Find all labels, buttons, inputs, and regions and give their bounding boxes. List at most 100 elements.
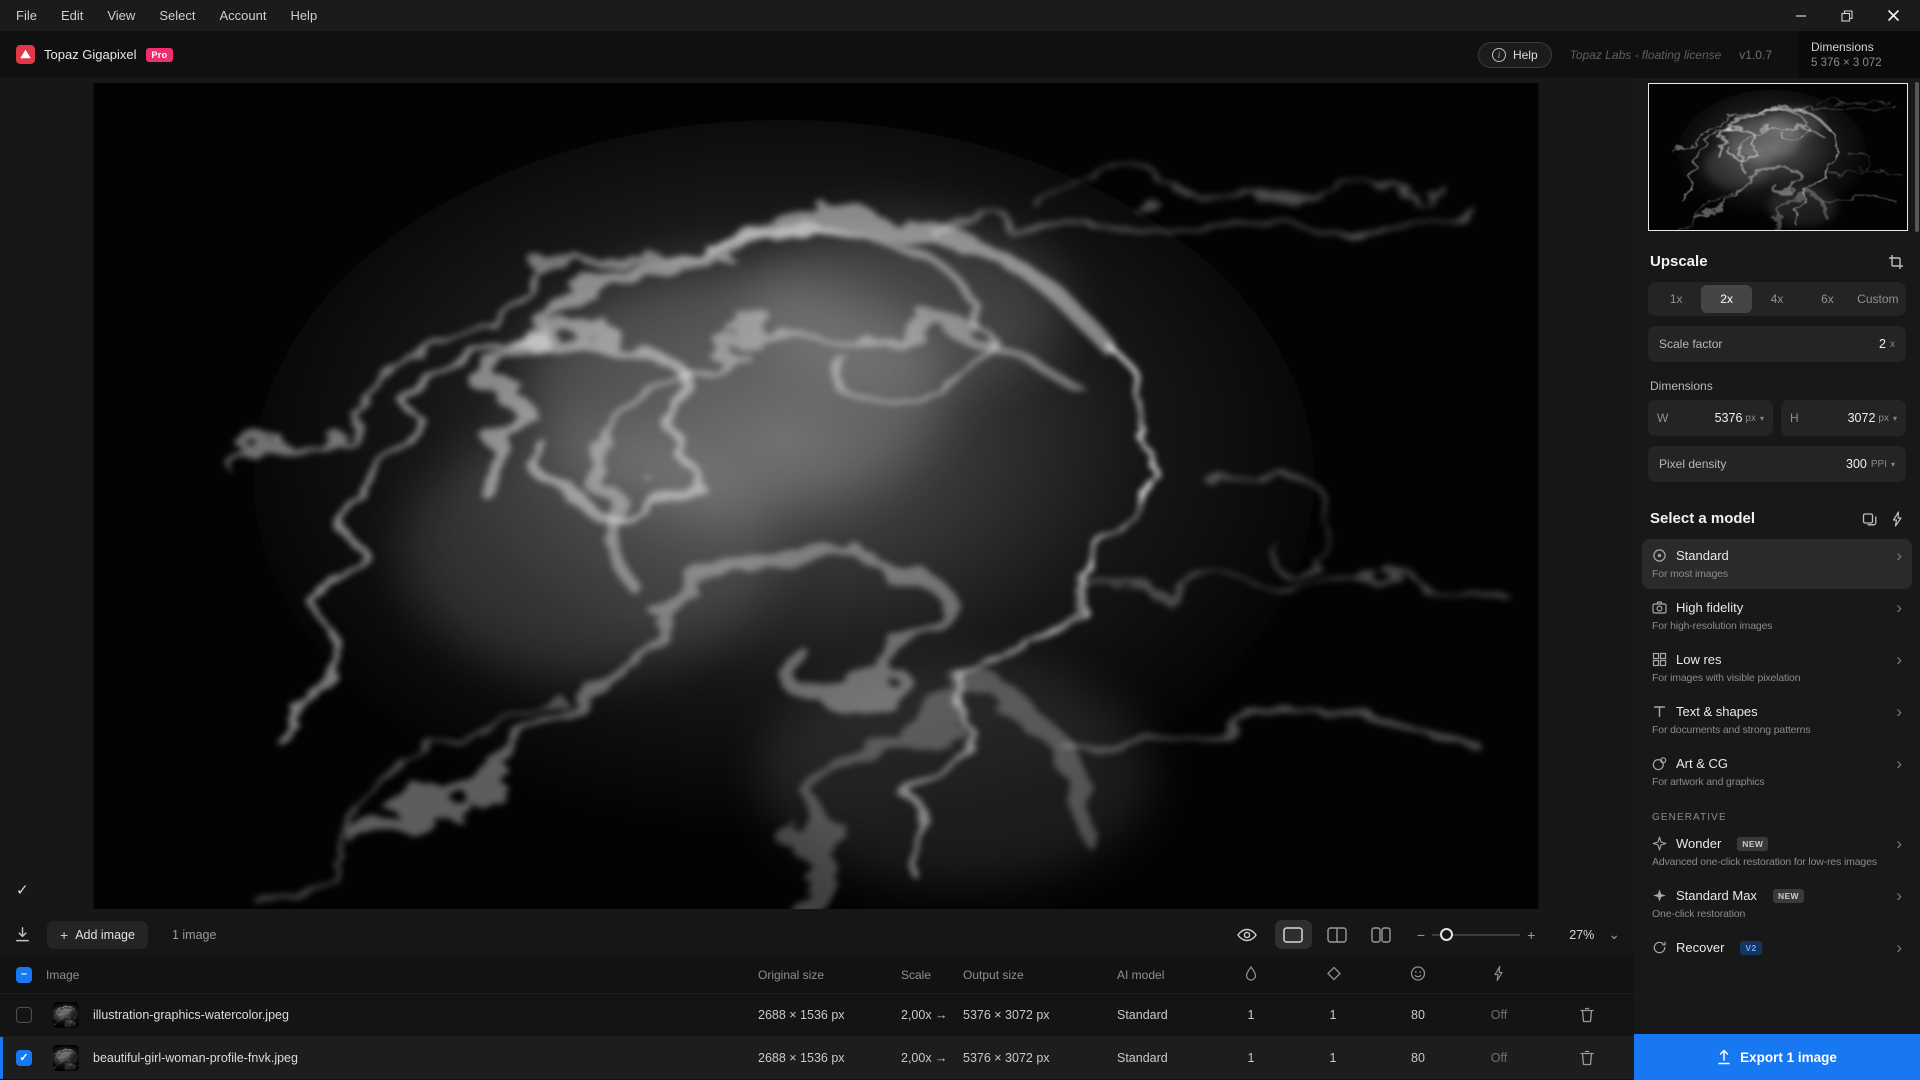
crop-button[interactable] — [1888, 254, 1904, 270]
delete-row-button[interactable] — [1580, 1007, 1594, 1023]
compare-previews-button[interactable] — [1862, 511, 1878, 527]
pixel-density-input[interactable]: Pixel density 300 PPI ▾ — [1648, 446, 1906, 482]
height-input[interactable]: H 3072 px ▾ — [1781, 400, 1906, 436]
scale-option-custom[interactable]: Custom — [1853, 285, 1903, 313]
single-view-icon — [1283, 927, 1303, 943]
add-image-button[interactable]: + Add image — [47, 921, 148, 949]
side-by-side-view-button[interactable] — [1363, 920, 1400, 949]
import-button[interactable] — [14, 926, 31, 943]
dimensions-value: 5 376 × 3 072 — [1811, 57, 1907, 69]
zoom-level[interactable]: 27% — [1554, 928, 1594, 942]
menu-view[interactable]: View — [95, 0, 147, 31]
caret-down-icon: ▾ — [1760, 414, 1764, 423]
lightning-icon — [1890, 511, 1904, 527]
face-recovery-column-icon — [1410, 965, 1426, 984]
scale-option-2x[interactable]: 2x — [1701, 285, 1751, 313]
zoom-slider-knob[interactable] — [1440, 928, 1453, 941]
export-button[interactable]: Export 1 image — [1634, 1034, 1920, 1080]
model-item-standard[interactable]: Standard › For most images — [1642, 539, 1912, 589]
column-original-size: Original size — [758, 968, 824, 982]
scale-option-1x[interactable]: 1x — [1651, 285, 1701, 313]
topaz-logo-icon — [16, 45, 35, 64]
scale-option-6x[interactable]: 6x — [1802, 285, 1852, 313]
table-row-selected[interactable]: ✓ beautiful-girl-woman-profile-fnvk.jpeg… — [0, 1036, 1634, 1079]
column-output-size: Output size — [963, 968, 1024, 982]
trash-icon — [1580, 1050, 1594, 1066]
scale-value: 2,00x → — [901, 1051, 948, 1065]
select-all-checkbox[interactable]: – — [16, 967, 32, 983]
crop-icon — [1888, 254, 1904, 270]
preview-image — [93, 83, 1539, 909]
width-unit: px — [1745, 413, 1756, 424]
preview-original-button[interactable] — [1237, 928, 1257, 942]
brand: Topaz Gigapixel Pro — [16, 45, 173, 64]
menu-account[interactable]: Account — [207, 0, 278, 31]
width-value: 5376 — [1715, 411, 1743, 425]
width-label: W — [1657, 411, 1668, 425]
scale-factor-value: 2 — [1879, 337, 1886, 351]
standard-max-model-icon — [1652, 888, 1667, 903]
model-section-header: Select a model — [1650, 510, 1904, 527]
pixel-density-value: 300 — [1846, 457, 1867, 471]
trash-icon — [1580, 1007, 1594, 1023]
model-item-high-fidelity[interactable]: High fidelity › For high-resolution imag… — [1642, 591, 1912, 641]
window-controls — [1778, 0, 1916, 31]
app-window: File Edit View Select Account Help Topaz… — [0, 0, 1920, 1080]
single-view-button[interactable] — [1275, 920, 1312, 949]
zoom-menu-chevron-icon[interactable]: ⌄ — [1608, 926, 1620, 943]
model-item-recover[interactable]: Recover V2 › — [1642, 931, 1912, 965]
chevron-right-icon: › — [1896, 599, 1902, 616]
sidebar-scrollbar[interactable] — [1915, 82, 1919, 232]
menu-help[interactable]: Help — [278, 0, 329, 31]
scale-factor-input[interactable]: Scale factor 2 x — [1648, 326, 1906, 362]
auto-model-button[interactable] — [1890, 511, 1904, 527]
chevron-right-icon: › — [1896, 703, 1902, 720]
chevron-right-icon: › — [1896, 547, 1902, 564]
file-table: – Image Original size Scale Output size … — [0, 956, 1634, 1080]
ai-model-value: Standard — [1117, 1008, 1168, 1022]
standard-model-icon — [1652, 548, 1667, 563]
model-item-low-res[interactable]: Low res › For images with visible pixela… — [1642, 643, 1912, 693]
scale-factor-label: Scale factor — [1659, 337, 1722, 351]
table-row[interactable]: illustration-graphics-watercolor.jpeg 26… — [0, 993, 1634, 1036]
caret-down-icon: ▾ — [1891, 460, 1895, 469]
row-checkbox-checked[interactable]: ✓ — [16, 1050, 32, 1066]
denoise-value: 1 — [1231, 1008, 1271, 1022]
help-label: Help — [1513, 48, 1538, 62]
export-icon — [1717, 1049, 1731, 1065]
menu-select[interactable]: Select — [147, 0, 207, 31]
model-item-standard-max[interactable]: Standard Max NEW › One-click restoration — [1642, 879, 1912, 929]
model-item-wonder[interactable]: Wonder NEW › Advanced one-click restorat… — [1642, 827, 1912, 877]
chevron-right-icon: › — [1896, 887, 1902, 904]
face-recovery-value: 80 — [1398, 1051, 1438, 1065]
row-checkbox[interactable] — [16, 1007, 32, 1023]
dimensions-inputs: W 5376 px ▾ H 3072 px ▾ — [1648, 400, 1906, 436]
close-button[interactable] — [1870, 0, 1916, 31]
navigation-thumbnail[interactable] — [1648, 83, 1908, 231]
column-image: Image — [46, 968, 79, 982]
canvas-viewport[interactable]: ✓ — [0, 78, 1634, 913]
zoom-out-button[interactable]: − — [1410, 927, 1432, 943]
help-button[interactable]: i Help — [1478, 42, 1552, 68]
dimensions-label: Dimensions — [1811, 40, 1907, 54]
art-cg-model-icon — [1652, 756, 1667, 771]
minimize-button[interactable] — [1778, 0, 1824, 31]
chevron-right-icon: › — [1896, 835, 1902, 852]
model-item-text-shapes[interactable]: Text & shapes › For documents and strong… — [1642, 695, 1912, 745]
scale-option-4x[interactable]: 4x — [1752, 285, 1802, 313]
restore-button[interactable] — [1824, 0, 1870, 31]
navigation-thumbnail-image — [1649, 84, 1907, 230]
row-thumbnail — [53, 1045, 79, 1071]
compare-icon — [1862, 511, 1878, 527]
split-view-button[interactable] — [1319, 920, 1356, 949]
menu-edit[interactable]: Edit — [49, 0, 95, 31]
model-item-art-cg[interactable]: Art & CG › For artwork and graphics — [1642, 747, 1912, 797]
delete-row-button[interactable] — [1580, 1050, 1594, 1066]
zoom-in-button[interactable]: + — [1520, 927, 1542, 943]
zoom-slider[interactable] — [1432, 934, 1520, 936]
width-input[interactable]: W 5376 px ▾ — [1648, 400, 1773, 436]
upscale-section-header: Upscale — [1650, 253, 1904, 270]
menu-file[interactable]: File — [4, 0, 49, 31]
upscale-title: Upscale — [1650, 253, 1708, 270]
original-size: 2688 × 1536 px — [758, 1008, 845, 1022]
